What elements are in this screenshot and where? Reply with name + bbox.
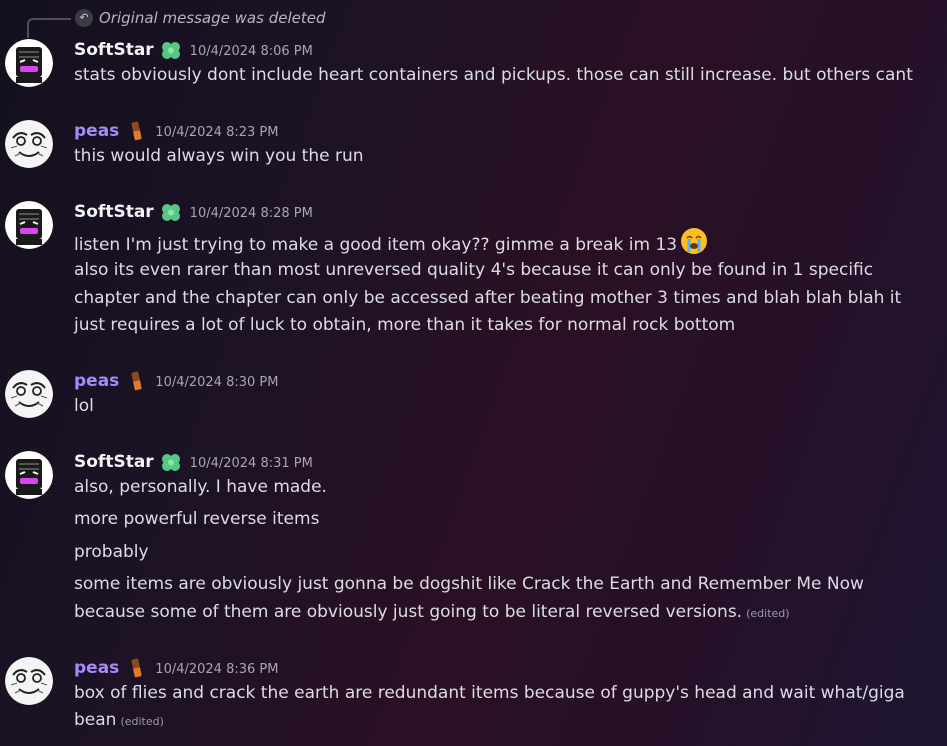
message-header: peas 10/4/2024 8:36 PM: [74, 655, 278, 681]
black-box-character-avatar: [5, 451, 53, 499]
chocolate-bar-icon[interactable]: [125, 370, 147, 392]
message-header: peas 10/4/2024 8:23 PM: [74, 118, 278, 144]
message-text: lol: [74, 396, 94, 416]
sketch-face-avatar: [5, 657, 53, 705]
chocolate-bar-icon[interactable]: [125, 120, 147, 142]
avatar-peas[interactable]: [5, 370, 53, 418]
message-text: chapter and the chapter can only be acce…: [74, 288, 902, 308]
sketch-face-avatar: [5, 120, 53, 168]
message-header: SoftStar 10/4/2024 8:06 PM: [74, 37, 313, 63]
message-text: this would always win you the run: [74, 146, 364, 166]
username[interactable]: SoftStar: [74, 202, 154, 222]
message-text-line: bean (edited): [74, 710, 164, 730]
reply-spine: [27, 18, 71, 38]
username[interactable]: peas: [74, 121, 119, 141]
avatar-peas[interactable]: [5, 657, 53, 705]
green-clover-icon[interactable]: [160, 201, 182, 223]
timestamp[interactable]: 10/4/2024 8:28 PM: [190, 206, 313, 221]
username[interactable]: peas: [74, 658, 119, 678]
message-text: just requires a lot of luck to obtain, m…: [74, 315, 736, 335]
avatar-peas[interactable]: [5, 120, 53, 168]
username[interactable]: peas: [74, 371, 119, 391]
timestamp[interactable]: 10/4/2024 8:30 PM: [155, 375, 278, 390]
loudly-crying-face-icon[interactable]: [680, 227, 708, 260]
timestamp[interactable]: 10/4/2024 8:31 PM: [190, 456, 313, 471]
message-text: bean: [74, 710, 117, 730]
message-header: peas 10/4/2024 8:30 PM: [74, 368, 278, 394]
green-clover-icon[interactable]: [160, 39, 182, 61]
message-text: more powerful reverse items: [74, 509, 320, 529]
black-box-character-avatar: [5, 39, 53, 87]
edited-label: (edited): [746, 607, 790, 620]
message-text: because some of them are obviously just …: [74, 602, 743, 622]
avatar-softstar[interactable]: [5, 451, 53, 499]
timestamp[interactable]: 10/4/2024 8:36 PM: [155, 662, 278, 677]
message-text: probably: [74, 542, 149, 562]
reply-text: Original message was deleted: [99, 9, 326, 27]
timestamp[interactable]: 10/4/2024 8:23 PM: [155, 125, 278, 140]
message-text: also its even rarer than most unreversed…: [74, 260, 874, 280]
timestamp[interactable]: 10/4/2024 8:06 PM: [190, 44, 313, 59]
reply-arrow-icon: ↶: [75, 9, 93, 27]
message-text-line: listen I'm just trying to make a good it…: [74, 227, 708, 260]
message-text: box of flies and crack the earth are red…: [74, 683, 905, 703]
message-text: listen I'm just trying to make a good it…: [74, 235, 678, 255]
reply-reference[interactable]: ↶ Original message was deleted: [27, 8, 627, 38]
message-text: some items are obviously just gonna be d…: [74, 574, 864, 594]
message-header: SoftStar 10/4/2024 8:31 PM: [74, 449, 313, 475]
message-header: SoftStar 10/4/2024 8:28 PM: [74, 199, 313, 225]
green-clover-icon[interactable]: [160, 451, 182, 473]
message-text: also, personally. I have made.: [74, 477, 327, 497]
sketch-face-avatar: [5, 370, 53, 418]
username[interactable]: SoftStar: [74, 452, 154, 472]
edited-label: (edited): [120, 715, 164, 728]
avatar-softstar[interactable]: [5, 201, 53, 249]
username[interactable]: SoftStar: [74, 40, 154, 60]
avatar-softstar[interactable]: [5, 39, 53, 87]
chocolate-bar-icon[interactable]: [125, 657, 147, 679]
message-text-line: because some of them are obviously just …: [74, 602, 790, 622]
message-text: stats obviously dont include heart conta…: [74, 65, 913, 85]
black-box-character-avatar: [5, 201, 53, 249]
